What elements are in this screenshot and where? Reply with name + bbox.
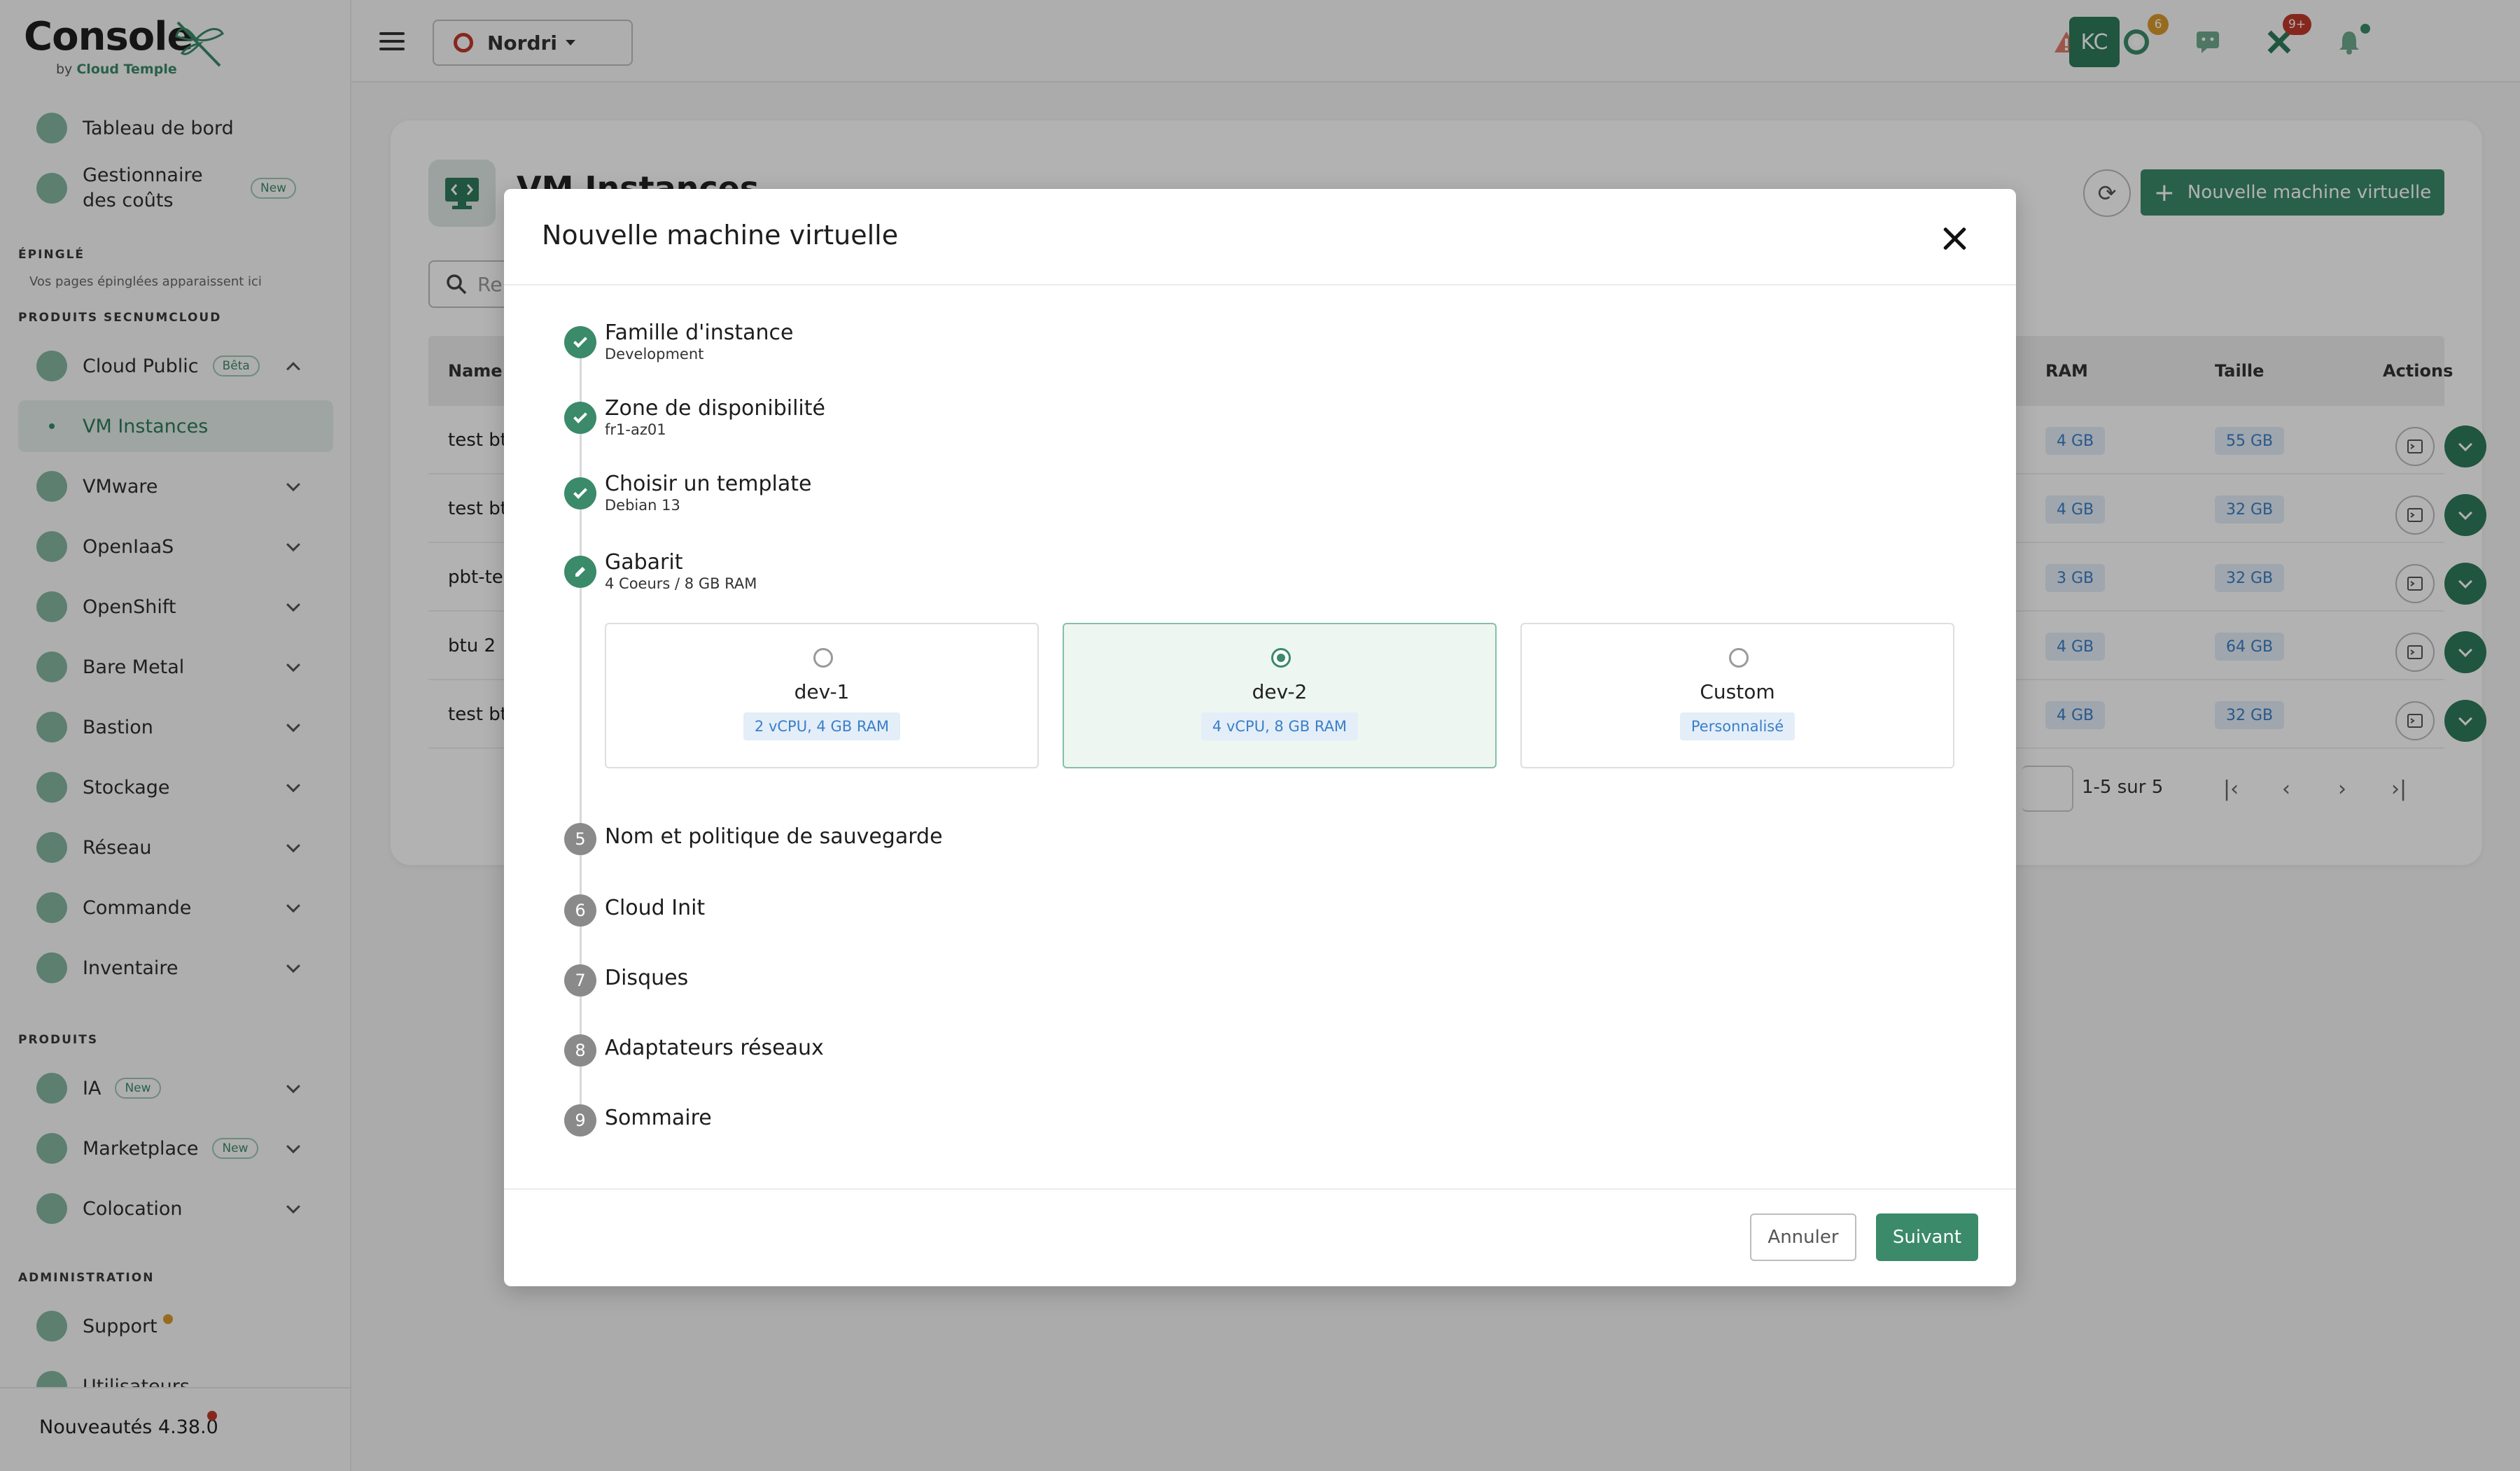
step-value: Debian 13 bbox=[605, 497, 680, 514]
flavor-radio[interactable] bbox=[1729, 648, 1749, 668]
step-check-icon[interactable] bbox=[564, 402, 596, 434]
step-number: 9 bbox=[564, 1104, 596, 1136]
step-title: Adaptateurs réseaux bbox=[605, 1036, 824, 1060]
flavor-radio[interactable] bbox=[1271, 648, 1291, 668]
dialog-footer: Annuler Suivant bbox=[504, 1188, 2016, 1286]
step-value: fr1-az01 bbox=[605, 421, 666, 438]
flavor-option-custom[interactable]: Custom Personnalisé bbox=[1520, 623, 1954, 768]
step-number: 6 bbox=[564, 894, 596, 927]
close-icon[interactable] bbox=[1939, 223, 1971, 255]
step-title: Cloud Init bbox=[605, 896, 706, 920]
flavor-radio[interactable] bbox=[813, 648, 833, 668]
step-value: 4 Coeurs / 8 GB RAM bbox=[605, 575, 757, 592]
step-check-icon[interactable] bbox=[564, 477, 596, 509]
new-vm-dialog: Nouvelle machine virtuelle Famille d'ins… bbox=[504, 189, 2016, 1286]
stepper-connector bbox=[580, 997, 582, 1034]
step-title: Gabarit bbox=[605, 550, 683, 575]
stepper-connector bbox=[580, 588, 582, 823]
flavor-option-dev-1[interactable]: dev-1 2 vCPU, 4 GB RAM bbox=[605, 623, 1039, 768]
step-title: Nom et politique de sauvegarde bbox=[605, 824, 943, 849]
step-number: 7 bbox=[564, 964, 596, 997]
flavor-name: dev-2 bbox=[1252, 680, 1308, 703]
stepper-connector bbox=[580, 358, 582, 402]
step-title[interactable]: Zone de disponibilité bbox=[605, 396, 825, 421]
stepper-connector bbox=[580, 927, 582, 964]
stepper-connector bbox=[580, 434, 582, 477]
step-number: 8 bbox=[564, 1034, 596, 1067]
step-title: Sommaire bbox=[605, 1106, 712, 1130]
step-value: Development bbox=[605, 346, 704, 363]
step-title: Disques bbox=[605, 966, 689, 990]
step-number: 5 bbox=[564, 823, 596, 855]
dialog-title: Nouvelle machine virtuelle bbox=[542, 220, 899, 251]
cancel-button[interactable]: Annuler bbox=[1750, 1213, 1856, 1261]
step-title[interactable]: Famille d'instance bbox=[605, 321, 794, 345]
step-edit-icon[interactable] bbox=[564, 556, 596, 588]
stepper-connector bbox=[580, 855, 582, 894]
flavor-spec: 4 vCPU, 8 GB RAM bbox=[1200, 712, 1359, 740]
flavor-spec: 2 vCPU, 4 GB RAM bbox=[743, 712, 901, 740]
flavor-option-dev-2[interactable]: dev-2 4 vCPU, 8 GB RAM bbox=[1063, 623, 1497, 768]
step-title[interactable]: Choisir un template bbox=[605, 472, 811, 496]
flavor-name: dev-1 bbox=[794, 680, 850, 703]
step-check-icon[interactable] bbox=[564, 326, 596, 358]
next-button[interactable]: Suivant bbox=[1876, 1213, 1978, 1261]
stepper-connector bbox=[580, 509, 582, 556]
stepper-connector bbox=[580, 1067, 582, 1104]
dialog-header: Nouvelle machine virtuelle bbox=[504, 189, 2016, 286]
flavor-spec: Personnalisé bbox=[1679, 712, 1795, 740]
flavor-name: Custom bbox=[1700, 680, 1775, 703]
app-root: Console by Cloud Temple Tableau de bord G… bbox=[0, 0, 2520, 1471]
